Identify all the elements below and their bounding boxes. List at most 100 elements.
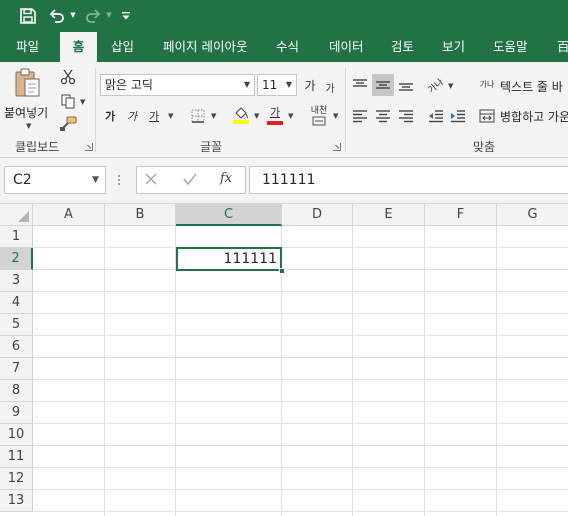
bold-label: 가 — [104, 110, 116, 123]
column-header-d[interactable]: D — [282, 204, 353, 226]
select-all-button[interactable] — [0, 204, 33, 226]
font-size-combo[interactable]: 11 ▼ — [257, 74, 297, 96]
tab-data[interactable]: 데이터 — [329, 32, 364, 62]
row-header-8[interactable]: 8 — [0, 380, 33, 402]
gridline — [33, 489, 568, 490]
active-cell-c2[interactable]: 111111 — [176, 247, 282, 271]
tab-formulas[interactable]: 수식 — [276, 32, 299, 62]
borders-dropdown-icon[interactable]: ▼ — [211, 112, 216, 120]
fill-color-icon[interactable] — [230, 104, 252, 126]
row-header-7[interactable]: 7 — [0, 358, 33, 380]
decrease-indent-icon[interactable] — [426, 106, 446, 126]
wrap-text-button[interactable]: 텍스트 줄 바 — [500, 78, 563, 95]
clipboard-launcher-icon[interactable] — [85, 143, 93, 151]
copy-dropdown-icon[interactable]: ▼ — [80, 98, 85, 106]
borders-icon[interactable] — [188, 106, 208, 126]
gridline — [33, 401, 568, 402]
cancel-icon[interactable] — [144, 172, 164, 190]
font-color-label: 가 — [269, 105, 281, 119]
underline-label: 가 — [148, 110, 160, 123]
copy-icon[interactable] — [58, 91, 78, 111]
column-header-g[interactable]: G — [497, 204, 568, 226]
phonetic-icon — [312, 116, 326, 126]
gridline — [33, 357, 568, 358]
column-header-f[interactable]: F — [425, 204, 497, 226]
tab-view[interactable]: 보기 — [442, 32, 465, 62]
tab-overflow[interactable]: 百 — [557, 32, 568, 62]
insert-function-button[interactable]: fx — [220, 171, 232, 186]
formula-input[interactable]: 111111 — [249, 166, 568, 194]
font-launcher-icon[interactable] — [333, 143, 341, 151]
undo-icon[interactable] — [46, 4, 68, 28]
column-header-c[interactable]: C — [176, 204, 282, 226]
row-header-13[interactable]: 13 — [0, 490, 33, 512]
ribbon-tabs: 파일 홈 삽입 페이지 레이아웃 수식 데이터 검토 보기 도움말 百 — [0, 32, 568, 62]
row-header-2[interactable]: 2 — [0, 248, 33, 270]
format-painter-icon[interactable] — [58, 114, 78, 134]
chevron-down-icon[interactable]: ▼ — [92, 167, 99, 193]
title-bar: ▼ ▼ — [0, 0, 568, 32]
gridline — [33, 291, 568, 292]
column-header-b[interactable]: B — [105, 204, 176, 226]
align-left-icon[interactable] — [350, 106, 370, 126]
row-header-9[interactable]: 9 — [0, 402, 33, 424]
tab-help[interactable]: 도움말 — [493, 32, 528, 62]
merge-center-button[interactable]: 병합하고 가운 — [500, 108, 568, 125]
phonetic-button[interactable]: 내천 — [306, 104, 332, 128]
name-box[interactable]: C2 ▼ — [4, 166, 106, 194]
row-header-10[interactable]: 10 — [0, 424, 33, 446]
row-header-3[interactable]: 3 — [0, 270, 33, 292]
align-bottom-icon[interactable] — [396, 74, 416, 96]
group-divider — [345, 68, 346, 152]
customize-qat-icon[interactable] — [118, 4, 134, 28]
redo-icon[interactable] — [82, 4, 104, 28]
increase-indent-icon[interactable] — [448, 106, 468, 126]
row-header-6[interactable]: 6 — [0, 336, 33, 358]
merge-center-icon[interactable] — [478, 106, 496, 126]
orientation-dropdown-icon[interactable]: ▼ — [448, 82, 453, 90]
paste-dropdown-icon[interactable]: ▼ — [26, 122, 31, 130]
paste-button[interactable]: 붙여넣기 — [4, 104, 48, 121]
wrap-text-icon[interactable]: 가나 — [478, 74, 496, 96]
row-header-12[interactable]: 12 — [0, 468, 33, 490]
phonetic-dropdown-icon[interactable]: ▼ — [333, 112, 338, 120]
tab-page-layout[interactable]: 페이지 레이아웃 — [163, 32, 247, 62]
redo-dropdown-icon[interactable]: ▼ — [105, 11, 113, 19]
cut-icon[interactable] — [58, 67, 78, 87]
row-header-1[interactable]: 1 — [0, 226, 33, 248]
formula-bar-grip-icon[interactable] — [117, 172, 121, 188]
tab-insert[interactable]: 삽입 — [111, 32, 134, 62]
shrink-font-button[interactable]: 가 — [322, 76, 338, 98]
italic-button[interactable]: 가 — [124, 106, 140, 126]
align-top-icon[interactable] — [350, 74, 370, 96]
grow-font-button[interactable]: 가 — [302, 74, 318, 96]
underline-button[interactable]: 가 — [146, 106, 162, 126]
orientation-button[interactable]: 가나 — [424, 74, 446, 96]
font-name-combo[interactable]: 맑은 고딕 ▼ — [100, 74, 255, 96]
underline-dropdown-icon[interactable]: ▼ — [168, 112, 173, 120]
fill-color-dropdown-icon[interactable]: ▼ — [254, 112, 259, 120]
align-center-icon[interactable] — [372, 106, 394, 126]
undo-dropdown-icon[interactable]: ▼ — [69, 11, 77, 19]
save-icon[interactable] — [14, 4, 42, 28]
chevron-down-icon[interactable]: ▼ — [286, 75, 292, 95]
row-header-5[interactable]: 5 — [0, 314, 33, 336]
gridline — [33, 335, 568, 336]
formula-bar: C2 ▼ fx 111111 — [0, 158, 568, 204]
font-color-button[interactable]: 가 — [264, 104, 286, 126]
enter-icon[interactable] — [182, 172, 202, 190]
column-header-a[interactable]: A — [33, 204, 105, 226]
font-color-dropdown-icon[interactable]: ▼ — [288, 112, 293, 120]
tab-file[interactable]: 파일 — [16, 32, 39, 62]
tab-review[interactable]: 검토 — [391, 32, 414, 62]
fill-handle[interactable] — [279, 268, 285, 274]
row-header-4[interactable]: 4 — [0, 292, 33, 314]
column-header-e[interactable]: E — [353, 204, 425, 226]
tab-home[interactable]: 홈 — [60, 32, 97, 62]
chevron-down-icon[interactable]: ▼ — [244, 75, 250, 95]
bold-button[interactable]: 가 — [102, 106, 118, 126]
align-right-icon[interactable] — [396, 106, 416, 126]
align-middle-icon[interactable] — [372, 74, 394, 96]
paste-icon[interactable] — [8, 66, 48, 100]
row-header-11[interactable]: 11 — [0, 446, 33, 468]
